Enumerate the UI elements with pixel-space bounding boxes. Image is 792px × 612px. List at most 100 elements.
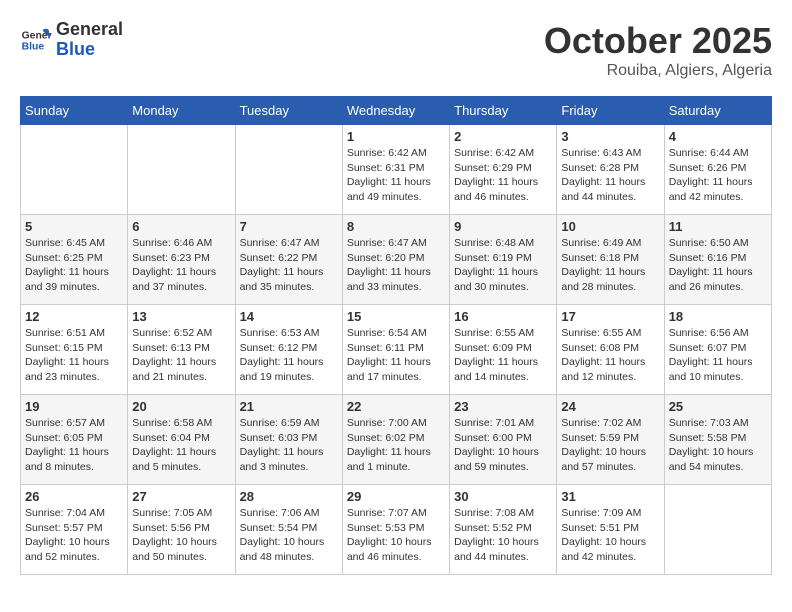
title-block: October 2025 Rouiba, Algiers, Algeria (544, 20, 772, 80)
day-info: Sunrise: 6:49 AM Sunset: 6:18 PM Dayligh… (561, 236, 659, 295)
day-info: Sunrise: 7:06 AM Sunset: 5:54 PM Dayligh… (240, 506, 338, 565)
calendar-cell: 29 Sunrise: 7:07 AM Sunset: 5:53 PM Dayli… (342, 485, 449, 575)
day-info: Sunrise: 6:50 AM Sunset: 6:16 PM Dayligh… (669, 236, 767, 295)
calendar-cell: 25 Sunrise: 7:03 AM Sunset: 5:58 PM Dayli… (664, 395, 771, 485)
calendar-cell: 2 Sunrise: 6:42 AM Sunset: 6:29 PM Daylig… (450, 125, 557, 215)
day-info: Sunrise: 7:05 AM Sunset: 5:56 PM Dayligh… (132, 506, 230, 565)
day-info: Sunrise: 7:09 AM Sunset: 5:51 PM Dayligh… (561, 506, 659, 565)
day-number: 8 (347, 219, 445, 234)
day-info: Sunrise: 7:07 AM Sunset: 5:53 PM Dayligh… (347, 506, 445, 565)
calendar-cell: 20 Sunrise: 6:58 AM Sunset: 6:04 PM Dayli… (128, 395, 235, 485)
day-number: 20 (132, 399, 230, 414)
weekday-header-wednesday: Wednesday (342, 97, 449, 125)
day-info: Sunrise: 6:55 AM Sunset: 6:09 PM Dayligh… (454, 326, 552, 385)
day-number: 28 (240, 489, 338, 504)
calendar-cell: 12 Sunrise: 6:51 AM Sunset: 6:15 PM Dayli… (21, 305, 128, 395)
day-info: Sunrise: 6:51 AM Sunset: 6:15 PM Dayligh… (25, 326, 123, 385)
day-number: 29 (347, 489, 445, 504)
day-info: Sunrise: 6:42 AM Sunset: 6:29 PM Dayligh… (454, 146, 552, 205)
day-number: 22 (347, 399, 445, 414)
calendar-week-row: 1 Sunrise: 6:42 AM Sunset: 6:31 PM Daylig… (21, 125, 772, 215)
svg-text:Blue: Blue (22, 41, 45, 52)
day-number: 24 (561, 399, 659, 414)
day-info: Sunrise: 6:46 AM Sunset: 6:23 PM Dayligh… (132, 236, 230, 295)
calendar-cell: 28 Sunrise: 7:06 AM Sunset: 5:54 PM Dayli… (235, 485, 342, 575)
weekday-header-thursday: Thursday (450, 97, 557, 125)
calendar-week-row: 19 Sunrise: 6:57 AM Sunset: 6:05 PM Dayli… (21, 395, 772, 485)
day-number: 5 (25, 219, 123, 234)
calendar-cell (664, 485, 771, 575)
calendar-table: SundayMondayTuesdayWednesdayThursdayFrid… (20, 96, 772, 575)
calendar-cell: 24 Sunrise: 7:02 AM Sunset: 5:59 PM Dayli… (557, 395, 664, 485)
day-number: 11 (669, 219, 767, 234)
logo-icon: General Blue (20, 24, 52, 56)
calendar-cell (235, 125, 342, 215)
calendar-cell: 19 Sunrise: 6:57 AM Sunset: 6:05 PM Dayli… (21, 395, 128, 485)
calendar-cell: 14 Sunrise: 6:53 AM Sunset: 6:12 PM Dayli… (235, 305, 342, 395)
day-info: Sunrise: 7:03 AM Sunset: 5:58 PM Dayligh… (669, 416, 767, 475)
calendar-cell (21, 125, 128, 215)
weekday-header-saturday: Saturday (664, 97, 771, 125)
calendar-cell: 4Sunrise: 6:44 AM Sunset: 6:26 PM Daylig… (664, 125, 771, 215)
day-number: 13 (132, 309, 230, 324)
day-info: Sunrise: 6:42 AM Sunset: 6:31 PM Dayligh… (347, 146, 445, 205)
day-number: 18 (669, 309, 767, 324)
day-number: 1 (347, 129, 445, 144)
calendar-cell: 10 Sunrise: 6:49 AM Sunset: 6:18 PM Dayli… (557, 215, 664, 305)
calendar-cell: 11 Sunrise: 6:50 AM Sunset: 6:16 PM Dayli… (664, 215, 771, 305)
weekday-header-monday: Monday (128, 97, 235, 125)
calendar-week-row: 12 Sunrise: 6:51 AM Sunset: 6:15 PM Dayli… (21, 305, 772, 395)
logo-text: General Blue (56, 20, 123, 60)
calendar-cell: 1 Sunrise: 6:42 AM Sunset: 6:31 PM Daylig… (342, 125, 449, 215)
day-info: Sunrise: 6:52 AM Sunset: 6:13 PM Dayligh… (132, 326, 230, 385)
day-number: 21 (240, 399, 338, 414)
calendar-header: SundayMondayTuesdayWednesdayThursdayFrid… (21, 97, 772, 125)
day-info: Sunrise: 6:55 AM Sunset: 6:08 PM Dayligh… (561, 326, 659, 385)
day-info: Sunrise: 6:47 AM Sunset: 6:20 PM Dayligh… (347, 236, 445, 295)
calendar-cell: 27Sunrise: 7:05 AM Sunset: 5:56 PM Dayli… (128, 485, 235, 575)
day-info: Sunrise: 6:58 AM Sunset: 6:04 PM Dayligh… (132, 416, 230, 475)
day-number: 26 (25, 489, 123, 504)
calendar-week-row: 26Sunrise: 7:04 AM Sunset: 5:57 PM Dayli… (21, 485, 772, 575)
day-info: Sunrise: 6:48 AM Sunset: 6:19 PM Dayligh… (454, 236, 552, 295)
day-number: 2 (454, 129, 552, 144)
calendar-cell: 3Sunrise: 6:43 AM Sunset: 6:28 PM Daylig… (557, 125, 664, 215)
day-info: Sunrise: 7:02 AM Sunset: 5:59 PM Dayligh… (561, 416, 659, 475)
day-info: Sunrise: 6:57 AM Sunset: 6:05 PM Dayligh… (25, 416, 123, 475)
calendar-cell: 26Sunrise: 7:04 AM Sunset: 5:57 PM Dayli… (21, 485, 128, 575)
calendar-cell: 15Sunrise: 6:54 AM Sunset: 6:11 PM Dayli… (342, 305, 449, 395)
day-number: 16 (454, 309, 552, 324)
day-number: 9 (454, 219, 552, 234)
day-info: Sunrise: 6:53 AM Sunset: 6:12 PM Dayligh… (240, 326, 338, 385)
calendar-cell: 13 Sunrise: 6:52 AM Sunset: 6:13 PM Dayli… (128, 305, 235, 395)
day-number: 12 (25, 309, 123, 324)
calendar-cell: 22 Sunrise: 7:00 AM Sunset: 6:02 PM Dayli… (342, 395, 449, 485)
day-number: 17 (561, 309, 659, 324)
calendar-cell: 9 Sunrise: 6:48 AM Sunset: 6:19 PM Daylig… (450, 215, 557, 305)
weekday-header-row: SundayMondayTuesdayWednesdayThursdayFrid… (21, 97, 772, 125)
calendar-week-row: 5Sunrise: 6:45 AM Sunset: 6:25 PM Daylig… (21, 215, 772, 305)
calendar-cell: 5Sunrise: 6:45 AM Sunset: 6:25 PM Daylig… (21, 215, 128, 305)
day-number: 10 (561, 219, 659, 234)
calendar-cell: 17 Sunrise: 6:55 AM Sunset: 6:08 PM Dayli… (557, 305, 664, 395)
day-number: 19 (25, 399, 123, 414)
weekday-header-tuesday: Tuesday (235, 97, 342, 125)
day-number: 6 (132, 219, 230, 234)
day-number: 14 (240, 309, 338, 324)
day-info: Sunrise: 6:59 AM Sunset: 6:03 PM Dayligh… (240, 416, 338, 475)
day-number: 7 (240, 219, 338, 234)
day-info: Sunrise: 6:54 AM Sunset: 6:11 PM Dayligh… (347, 326, 445, 385)
day-info: Sunrise: 6:56 AM Sunset: 6:07 PM Dayligh… (669, 326, 767, 385)
calendar-cell: 30Sunrise: 7:08 AM Sunset: 5:52 PM Dayli… (450, 485, 557, 575)
day-info: Sunrise: 7:08 AM Sunset: 5:52 PM Dayligh… (454, 506, 552, 565)
calendar-cell: 7 Sunrise: 6:47 AM Sunset: 6:22 PM Daylig… (235, 215, 342, 305)
calendar-cell: 31Sunrise: 7:09 AM Sunset: 5:51 PM Dayli… (557, 485, 664, 575)
page-header: General Blue General Blue October 2025 R… (20, 20, 772, 80)
calendar-body: 1 Sunrise: 6:42 AM Sunset: 6:31 PM Daylig… (21, 125, 772, 575)
month-title: October 2025 (544, 20, 772, 62)
day-info: Sunrise: 7:00 AM Sunset: 6:02 PM Dayligh… (347, 416, 445, 475)
calendar-cell: 21 Sunrise: 6:59 AM Sunset: 6:03 PM Dayli… (235, 395, 342, 485)
day-info: Sunrise: 6:47 AM Sunset: 6:22 PM Dayligh… (240, 236, 338, 295)
weekday-header-sunday: Sunday (21, 97, 128, 125)
day-number: 25 (669, 399, 767, 414)
